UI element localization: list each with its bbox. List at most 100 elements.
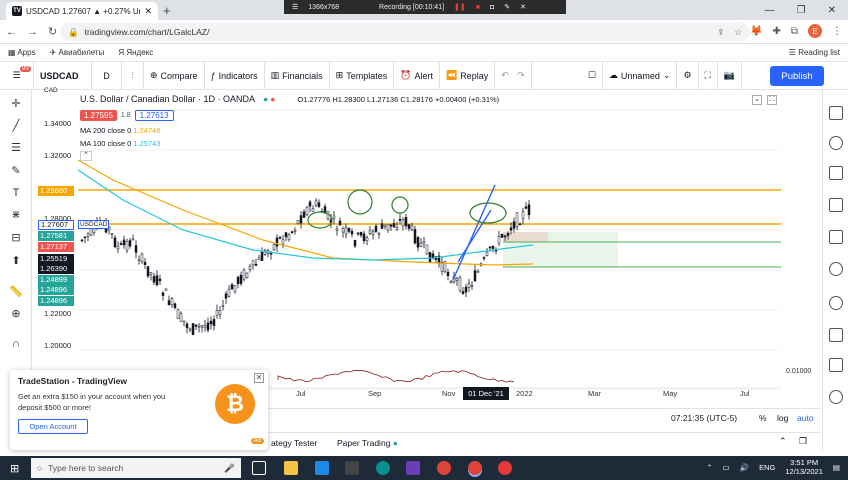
settings-button[interactable]: ⚙ bbox=[677, 62, 699, 89]
language-indicator[interactable]: ENG bbox=[759, 463, 775, 472]
clock-readout[interactable]: 07:21:35 (UTC-5) bbox=[671, 413, 737, 423]
bookmark-apps[interactable]: ▦ Apps bbox=[8, 48, 36, 57]
media-app-icon[interactable] bbox=[406, 461, 420, 475]
minimize-icon[interactable]: — bbox=[765, 5, 775, 16]
chrome-icon[interactable] bbox=[437, 461, 451, 475]
maximize-pane-icon[interactable]: ⛶ bbox=[767, 95, 777, 105]
bookmark-yandex[interactable]: Я Яндекс bbox=[118, 48, 153, 57]
zoom-icon[interactable]: ⊕ bbox=[8, 306, 24, 322]
file-explorer-icon[interactable] bbox=[284, 461, 298, 475]
pause-icon[interactable]: ❚❚ bbox=[454, 3, 466, 11]
grid-icon[interactable] bbox=[829, 198, 843, 212]
auto-toggle[interactable]: auto bbox=[797, 413, 814, 423]
brush-icon[interactable]: ✎ bbox=[8, 163, 24, 179]
metamask-icon[interactable]: 🦊 bbox=[750, 26, 762, 37]
alert-button[interactable]: ⏰ Alert bbox=[394, 62, 440, 89]
buy-button[interactable]: 1.27613 bbox=[134, 110, 174, 121]
symbol-search-button[interactable]: USDCAD bbox=[34, 62, 92, 89]
ma100-legend[interactable]: MA 100 close 0 1.25743 bbox=[80, 139, 499, 148]
news-icon[interactable] bbox=[829, 166, 843, 180]
chrome-active-icon[interactable] bbox=[468, 461, 482, 475]
reload-icon[interactable]: ↻ bbox=[48, 25, 57, 38]
forward-icon[interactable]: → bbox=[27, 26, 38, 38]
trend-line-icon[interactable]: ╱ bbox=[8, 118, 24, 134]
text-icon[interactable]: T bbox=[8, 185, 24, 201]
reading-list[interactable]: ☰ Reading list bbox=[789, 48, 840, 57]
share-icon[interactable]: ⇪ bbox=[717, 27, 724, 38]
templates-button[interactable]: ⊞ Templates bbox=[330, 62, 395, 89]
maximize-panel-icon[interactable]: ❐ bbox=[799, 436, 807, 447]
snapshot-button[interactable]: 📷 bbox=[718, 62, 743, 89]
ma200-legend[interactable]: MA 200 close 0 1.24746 bbox=[80, 126, 499, 135]
taskbar-clock[interactable]: 3:51 PM 12/13/2021 bbox=[785, 458, 823, 476]
store-icon[interactable] bbox=[345, 461, 359, 475]
tab-strategy-tester[interactable]: ategy Tester bbox=[271, 438, 317, 448]
help-icon[interactable] bbox=[829, 390, 843, 404]
kebab-menu-icon[interactable]: ⋮ bbox=[832, 26, 842, 37]
puzzle-icon[interactable]: ⧉ bbox=[791, 26, 798, 37]
layout-button[interactable]: ☐ bbox=[582, 62, 603, 89]
collapse-pane-chevron-icon[interactable]: ⌄ bbox=[752, 95, 762, 105]
tab-paper-trading[interactable]: Paper Trading ● bbox=[337, 438, 398, 448]
windows-start-icon[interactable]: ⊞ bbox=[10, 462, 19, 475]
log-toggle[interactable]: log bbox=[777, 413, 788, 423]
bookmark-aviabilety[interactable]: ✈ Авиабилеты bbox=[50, 48, 105, 57]
profile-avatar[interactable]: E bbox=[808, 24, 822, 38]
interval-button[interactable]: D bbox=[92, 62, 122, 89]
close-ad-icon[interactable]: ✕ bbox=[254, 373, 264, 383]
url-bar[interactable]: 🔒 tradingview.com/chart/LGalcLAZ/ ⇪ ☆ bbox=[60, 23, 750, 41]
calendar-icon[interactable] bbox=[829, 230, 843, 244]
stop-icon[interactable]: ■ bbox=[476, 4, 480, 11]
pattern-icon[interactable]: ⋇ bbox=[8, 207, 24, 223]
streams-icon[interactable] bbox=[829, 328, 843, 342]
camera-icon[interactable]: ◘ bbox=[490, 4, 494, 11]
bookmark-star-icon[interactable]: ☆ bbox=[734, 27, 742, 38]
menu-icon[interactable]: ☰ bbox=[292, 3, 298, 11]
notifications-center-icon[interactable]: ▤ bbox=[833, 463, 840, 472]
price-scale[interactable]: CAD 1.34000 1.32000 1.28000 1.22000 1.20… bbox=[38, 87, 78, 390]
new-tab-button[interactable]: + bbox=[163, 3, 171, 18]
pen-icon[interactable]: ✎ bbox=[504, 3, 510, 11]
alerts-clock-icon[interactable] bbox=[829, 136, 843, 150]
chart-type-button[interactable]: ⫶ bbox=[122, 62, 144, 89]
percent-toggle[interactable]: % bbox=[759, 413, 767, 423]
close-recording-icon[interactable]: ✕ bbox=[520, 3, 526, 11]
ideas-bulb-icon[interactable] bbox=[829, 262, 843, 276]
volume-icon[interactable]: 🔊 bbox=[740, 463, 749, 472]
microphone-icon[interactable]: 🎤 bbox=[224, 463, 235, 474]
tray-chevron-icon[interactable]: ⌃ bbox=[706, 463, 712, 472]
maximize-icon[interactable]: ❐ bbox=[797, 5, 806, 16]
close-tab-icon[interactable]: ✕ bbox=[144, 6, 152, 17]
recorder-icon[interactable] bbox=[498, 461, 512, 475]
chat-icon[interactable] bbox=[829, 296, 843, 310]
collapse-panel-icon[interactable]: ⌃ bbox=[779, 436, 787, 447]
currency-label[interactable]: CAD bbox=[44, 87, 58, 94]
measure-up-icon[interactable]: ⬆ bbox=[8, 253, 24, 269]
open-account-button[interactable]: Open Account bbox=[18, 419, 88, 434]
main-menu-button[interactable]: ☰ 99 bbox=[0, 62, 34, 89]
layout-name-button[interactable]: ☁ Unnamed ⌄ bbox=[603, 62, 678, 89]
horizontal-lines-icon[interactable]: ☰ bbox=[8, 140, 24, 156]
crosshair-icon[interactable]: ✛ bbox=[8, 96, 24, 112]
compare-button[interactable]: ⊕ Compare bbox=[144, 62, 205, 89]
network-icon[interactable]: ▭ bbox=[723, 463, 730, 472]
publish-button[interactable]: Publish bbox=[770, 66, 824, 86]
fullscreen-button[interactable]: ⛶ bbox=[699, 62, 718, 89]
back-icon[interactable]: ← bbox=[6, 26, 17, 38]
financials-button[interactable]: ▥ Financials bbox=[265, 62, 330, 89]
replay-button[interactable]: ⏪ Replay bbox=[440, 62, 496, 89]
notifications-icon[interactable] bbox=[829, 358, 843, 372]
extension-icon[interactable]: ✚ bbox=[772, 26, 780, 37]
indicators-button[interactable]: ƒ Indicators bbox=[205, 62, 265, 89]
edge-icon[interactable] bbox=[376, 461, 390, 475]
close-window-icon[interactable]: ✕ bbox=[828, 5, 836, 16]
taskbar-search-box[interactable]: ○ Type here to search 🎤 bbox=[31, 458, 241, 478]
sell-button[interactable]: 1.27595 bbox=[80, 110, 117, 121]
magnet-icon[interactable]: ∩ bbox=[8, 336, 24, 352]
ruler-icon[interactable]: 📏 bbox=[8, 284, 24, 300]
collapse-legend-chevron-icon[interactable]: ⌃ bbox=[80, 151, 92, 161]
task-view-icon[interactable] bbox=[252, 461, 266, 475]
edge-legacy-icon[interactable] bbox=[315, 461, 329, 475]
browser-tab[interactable]: TV USDCAD 1.27607 ▲ +0.27% Un ✕ bbox=[6, 2, 158, 20]
prediction-icon[interactable]: ⊟ bbox=[8, 230, 24, 246]
